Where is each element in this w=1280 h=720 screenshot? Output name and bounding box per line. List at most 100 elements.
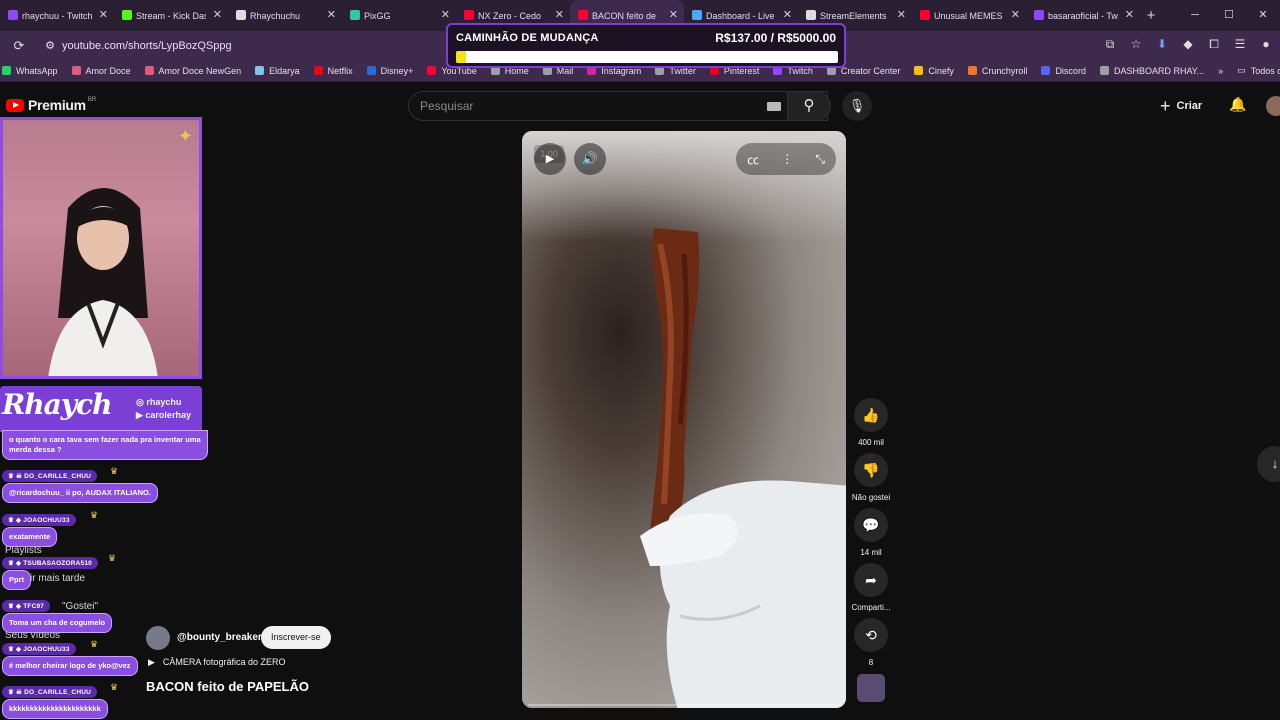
channel-avatar[interactable] [146, 626, 170, 650]
folder-icon: ▭ [1237, 65, 1246, 75]
voice-search-button[interactable]: 🎙 [842, 91, 872, 121]
comments-button[interactable]: 💬 [854, 508, 888, 542]
bookmark-item[interactable]: Amor Doce NewGen [144, 65, 242, 76]
remix-button[interactable]: ⟲ [854, 618, 888, 652]
bookmark-item[interactable]: Eldarya [255, 66, 300, 76]
more-bookmarks-button[interactable]: » [1218, 66, 1223, 76]
share-button[interactable]: ➦ [854, 563, 888, 597]
extensions-puzzle-icon[interactable]: ⧠ [1206, 37, 1222, 52]
volume-button[interactable]: 🔊 [574, 143, 606, 175]
chat-message: ♛ ◆ TSUBASAOZORA510 ♛ Pprt [2, 553, 116, 590]
search-button[interactable]: ⚲ [787, 91, 831, 121]
extension-icon[interactable]: ◆ [1180, 37, 1196, 52]
tab-title: Stream - Kick Dash [136, 10, 206, 21]
youtube-handle: carolerhay [145, 410, 191, 420]
browser-tab[interactable]: Unusual MEMES ✕ [912, 0, 1026, 31]
crown-icon: ♛ [110, 466, 119, 476]
download-icon[interactable]: ⬇ [1154, 37, 1170, 52]
next-short-button[interactable]: ↓ [1257, 446, 1280, 482]
tab-close-icon[interactable]: ✕ [1125, 8, 1134, 21]
search-input[interactable] [409, 92, 759, 120]
browser-tab[interactable]: PixGG ✕ [342, 0, 456, 31]
play-button[interactable]: ▶ [534, 143, 566, 175]
tab-close-icon[interactable]: ✕ [669, 8, 678, 21]
browser-tab[interactable]: basaraoficial - Tw ✕ [1026, 0, 1140, 31]
bookmark-item[interactable]: Amor Doce [71, 65, 131, 76]
screen: rhaychuu - Twitch ✕ Stream - Kick Dash ✕ Rha… [0, 0, 1280, 720]
dislike-button[interactable]: 👎 [854, 453, 888, 487]
chat-message: o quanto o cara tava sem fazer nada pra … [2, 430, 208, 460]
more-options-icon[interactable]: ⋮ [781, 152, 793, 166]
bookmark-label: Eldarya [269, 65, 300, 76]
all-bookmarks-folder[interactable]: ▭ Todos os fav [1237, 65, 1280, 76]
new-tab-button[interactable]: + [1140, 7, 1162, 24]
short-description[interactable]: ▶ CÂMERA fotográfica do ZERO [148, 657, 285, 668]
tab-close-icon[interactable]: ✕ [1011, 8, 1020, 21]
volume-icon: 🔊 [581, 151, 599, 166]
browser-tab[interactable]: rhaychuu - Twitch ✕ [0, 0, 114, 31]
chat-message: ♛ ☠ DO_CARILLE_CHUU ♛ @ricardochuu_ ii p… [2, 466, 158, 503]
crown-icon: ♛ [90, 639, 99, 649]
goal-amount: R$137.00 / R$5000.00 [715, 31, 836, 45]
tab-close-icon[interactable]: ✕ [327, 8, 336, 21]
bookmark-favicon [71, 66, 81, 75]
share-label: Comparti... [851, 603, 891, 612]
shorts-player[interactable]: 1.00 ▶ 🔊 ㏄ ⋮ ⤡ [522, 131, 846, 708]
notifications-bell-icon[interactable]: 🔔 [1229, 96, 1246, 113]
bookmark-label: Cinefy [928, 65, 954, 76]
install-app-icon[interactable]: ⧉ [1102, 37, 1118, 52]
chat-username: ♛ ◆ TSUBASAOZORA510 [2, 557, 98, 569]
bookmark-favicon [313, 66, 323, 75]
minimize-icon[interactable]: ─ [1178, 0, 1212, 31]
like-button[interactable]: 👍 [854, 398, 888, 432]
bookmark-label: Creator Center [840, 65, 901, 76]
dislike-label: Não gostei [851, 493, 891, 502]
bookmark-item[interactable]: DASHBOARD RHAY... [1099, 66, 1204, 76]
keyboard-icon[interactable] [767, 102, 781, 111]
browser-tab[interactable]: Stream - Kick Dash ✕ [114, 0, 228, 31]
tab-close-icon[interactable]: ✕ [555, 8, 564, 21]
youtube-premium-logo[interactable]: Premium BR [6, 97, 96, 113]
bookmark-favicon [1099, 66, 1109, 75]
reading-list-icon[interactable]: ☰ [1232, 37, 1248, 52]
crown-icon: ♛ [110, 682, 119, 692]
maximize-icon[interactable]: ☐ [1212, 0, 1246, 31]
tab-close-icon[interactable]: ✕ [99, 8, 108, 21]
tab-close-icon[interactable]: ✕ [783, 8, 792, 21]
comment-action: 💬 14 mil [850, 508, 892, 557]
share-arrow-icon: ➦ [865, 572, 877, 588]
bookmark-item[interactable]: Discord [1041, 66, 1086, 76]
fullscreen-icon[interactable]: ⤡ [815, 152, 825, 167]
account-avatar[interactable] [1266, 96, 1280, 116]
subscribe-button[interactable]: Inscrever-se [261, 626, 331, 649]
create-button[interactable]: + Criar [1160, 94, 1202, 118]
tab-close-icon[interactable]: ✕ [897, 8, 906, 21]
tab-favicon [1034, 10, 1044, 20]
tab-favicon [578, 10, 588, 20]
video-progress-bar[interactable] [528, 704, 840, 706]
bookmark-item[interactable]: Disney+ [366, 66, 413, 76]
bookmark-label: Amor Doce [85, 65, 131, 76]
bookmark-item[interactable]: Netflix [313, 66, 353, 76]
comment-icon: 💬 [862, 517, 880, 533]
tab-close-icon[interactable]: ✕ [441, 8, 450, 21]
captions-icon[interactable]: ㏄ [747, 151, 759, 168]
bookmark-favicon [2, 66, 11, 75]
short-title[interactable]: BACON feito de PAPELÃO [146, 679, 309, 694]
channel-name[interactable]: @bounty_breaker [177, 632, 262, 643]
browser-tab[interactable]: Rhaychuchu ✕ [228, 0, 342, 31]
goal-progress-fill [456, 51, 467, 63]
close-window-icon[interactable]: ✕ [1246, 0, 1280, 31]
bookmark-label: Amor Doce NewGen [158, 65, 242, 76]
tab-close-icon[interactable]: ✕ [213, 8, 222, 21]
audio-pivot-thumbnail[interactable] [857, 674, 885, 702]
bookmark-item[interactable]: Cinefy [914, 66, 954, 76]
bookmark-star-icon[interactable]: ☆ [1128, 37, 1144, 52]
chat-username: ♛ ◆ TFC97 [2, 600, 51, 612]
bookmark-favicon [366, 66, 376, 75]
bookmark-item[interactable]: WhatsApp [2, 66, 58, 76]
bookmark-item[interactable]: Crunchyroll [967, 66, 1027, 76]
site-settings-icon[interactable]: ⚙ [38, 39, 62, 52]
profile-icon[interactable]: ● [1258, 37, 1274, 52]
reload-icon[interactable]: ⟳ [0, 38, 38, 54]
